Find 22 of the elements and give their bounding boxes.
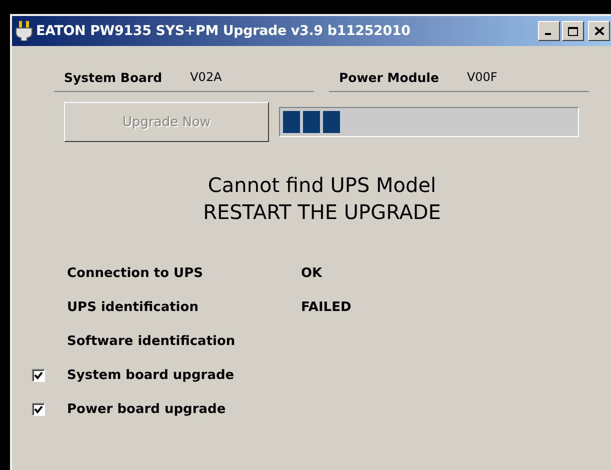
checkbox[interactable] — [32, 402, 45, 416]
step-result: OK — [301, 266, 322, 280]
status-message: Cannot find UPS Model — [206, 172, 438, 199]
close-icon — [594, 27, 604, 35]
step-label: Connection to UPS — [67, 266, 204, 280]
version-value: V02A — [190, 70, 222, 85]
plug-icon — [15, 21, 33, 41]
minimize-button[interactable] — [538, 21, 560, 41]
checkbox-label: System board upgrade — [67, 368, 236, 382]
version-label: Power Module — [339, 70, 439, 85]
checkbox-label: Power board upgrade — [67, 402, 227, 416]
step-result: FAILED — [301, 300, 352, 314]
maximize-icon — [568, 26, 578, 36]
status-message: RESTART THE UPGRADE — [202, 199, 442, 226]
version-label: System Board — [64, 70, 162, 85]
step-label: Software identification — [67, 334, 236, 348]
close-button[interactable] — [588, 21, 610, 41]
version-value: V00F — [466, 70, 498, 85]
maximize-button[interactable] — [562, 21, 584, 41]
step-label: UPS identification — [67, 300, 200, 314]
checkbox[interactable] — [32, 368, 45, 382]
window-title: EATON PW9135 SYS+PM Upgrade v3.9 b11252010 — [36, 23, 410, 39]
